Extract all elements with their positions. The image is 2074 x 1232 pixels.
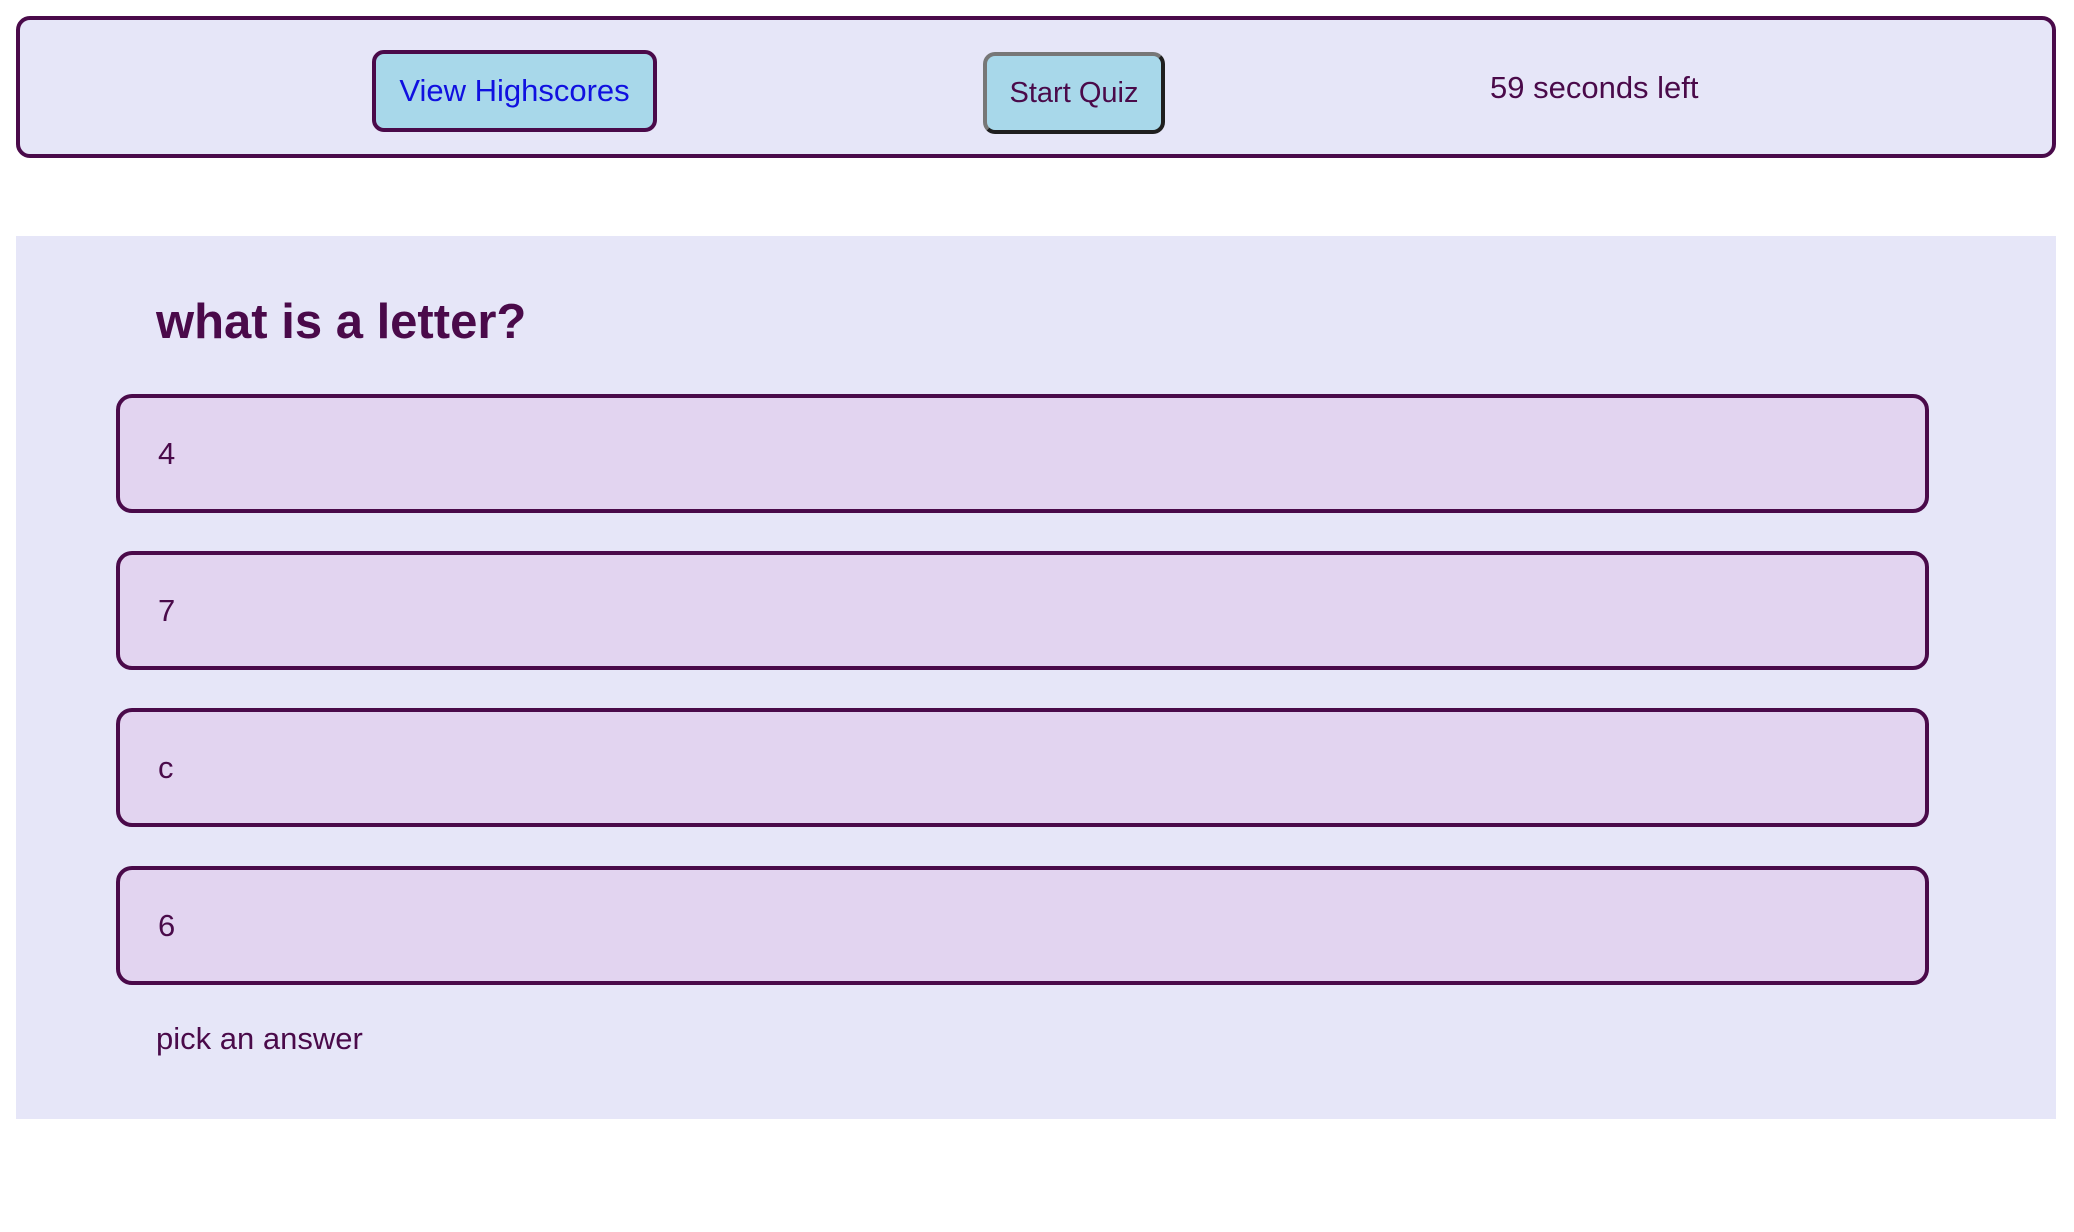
status-message: pick an answer [156,1021,363,1056]
answer-option-2[interactable]: 7 [116,551,1929,670]
answer-option-3[interactable]: c [116,708,1929,827]
view-highscores-button[interactable]: View Highscores [372,50,657,132]
start-quiz-button[interactable]: Start Quiz [983,52,1165,134]
quiz-panel: what is a letter? 4 7 c 6 pick an answer [16,236,2056,1119]
answer-option-4[interactable]: 6 [116,866,1929,985]
question-title: what is a letter? [156,295,527,349]
timer-text: 59 seconds left [1490,70,1699,105]
header-bar: View Highscores Start Quiz 59 seconds le… [16,16,2056,158]
answer-option-1[interactable]: 4 [116,394,1929,513]
